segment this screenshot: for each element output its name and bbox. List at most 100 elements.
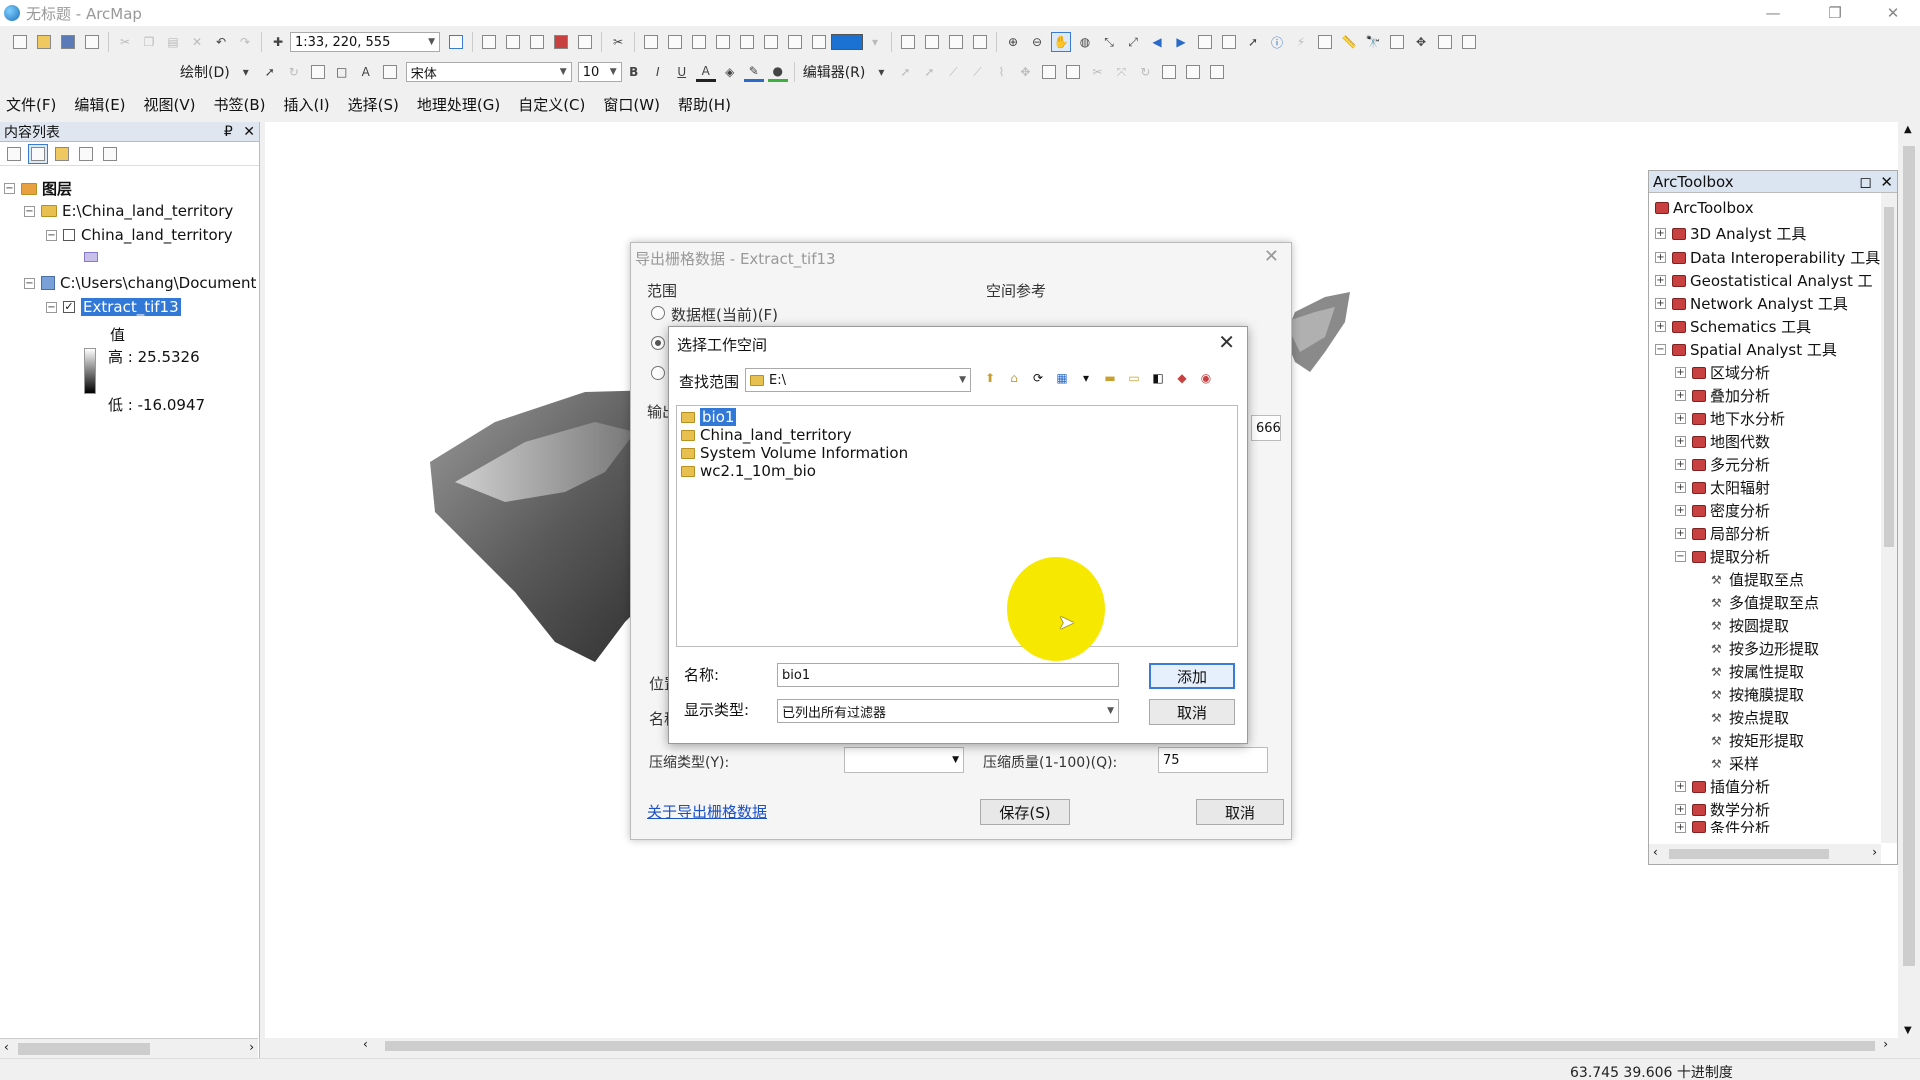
extent-radio[interactable]	[651, 306, 665, 320]
bold-button[interactable]: B	[624, 62, 644, 82]
layout-tool-icon[interactable]	[689, 32, 709, 52]
connect-to-folder-icon[interactable]: ▭	[1125, 369, 1143, 387]
expand-icon[interactable]: +	[1675, 367, 1686, 378]
up-one-level-icon[interactable]: ⬆	[981, 369, 999, 387]
text-icon[interactable]: A	[356, 62, 376, 82]
scroll-thumb[interactable]	[1669, 849, 1829, 859]
save-icon[interactable]	[58, 32, 78, 52]
expand-icon[interactable]: +	[1675, 459, 1686, 470]
layout-tool-icon[interactable]	[761, 32, 781, 52]
cut-polygons-icon[interactable]: ✂	[1087, 62, 1107, 82]
scale-combo[interactable]: 1:33, 220, 555 ▼	[290, 32, 440, 52]
toolbox-item[interactable]: +3D Analyst 工具	[1655, 223, 1806, 244]
split-icon[interactable]: ⤧	[1111, 62, 1131, 82]
identify-icon[interactable]: ⓘ	[1267, 32, 1287, 52]
toc-group-users[interactable]: − C:\Users\chang\Document	[24, 274, 256, 292]
float-icon[interactable]: ◻	[1859, 173, 1871, 191]
catalog-icon[interactable]: ◧	[1149, 369, 1167, 387]
tool-item[interactable]: ⚒ 按圆提取	[1711, 615, 1789, 636]
menu-geoprocessing[interactable]: 地理处理(G)	[417, 94, 500, 115]
select-element-arrow-icon[interactable]: ➚	[260, 62, 280, 82]
redo-icon[interactable]: ↷	[235, 32, 255, 52]
endpoint-arc-icon[interactable]: ⟋	[967, 62, 987, 82]
collapse-icon[interactable]: −	[1655, 344, 1666, 355]
expand-icon[interactable]: +	[1675, 781, 1686, 792]
arctoolbox-icon[interactable]	[551, 32, 571, 52]
scroll-up-icon[interactable]: ▲	[1904, 124, 1912, 135]
layout-tool-icon[interactable]	[898, 32, 918, 52]
toolset-item[interactable]: + 密度分析	[1675, 500, 1770, 521]
menu-bookmarks[interactable]: 书签(B)	[214, 94, 266, 115]
cut-icon[interactable]: ✂	[115, 32, 135, 52]
hyperlink-icon[interactable]: ⚡	[1291, 32, 1311, 52]
toolset-item[interactable]: + 叠加分析	[1675, 385, 1770, 406]
extent-radio[interactable]	[651, 366, 665, 380]
callout-icon[interactable]	[380, 62, 400, 82]
pan-icon[interactable]: ✋	[1051, 32, 1071, 52]
cell-size-field[interactable]: 666	[1251, 415, 1281, 441]
rotate-icon[interactable]: ↻	[284, 62, 304, 82]
python-window-icon[interactable]	[575, 32, 595, 52]
rotate-edit-icon[interactable]: ↻	[1135, 62, 1155, 82]
cancel-button[interactable]: 取消	[1196, 799, 1284, 825]
list-item[interactable]: China_land_territory	[681, 426, 852, 444]
fixed-zoom-out-icon[interactable]: ⤢	[1123, 32, 1143, 52]
expand-icon[interactable]: +	[1655, 298, 1666, 309]
list-item[interactable]: bio1	[681, 408, 737, 426]
database-icon[interactable]: ◉	[1197, 369, 1215, 387]
menu-windows[interactable]: 窗口(W)	[603, 94, 660, 115]
menu-file[interactable]: 文件(F)	[6, 94, 56, 115]
toolbox-item-spatial[interactable]: − Spatial Analyst 工具	[1655, 339, 1837, 360]
point-icon[interactable]: ✥	[1015, 62, 1035, 82]
time-slider-icon[interactable]	[1435, 32, 1455, 52]
chevron-down-icon[interactable]: ▾	[1077, 369, 1095, 387]
pin-icon[interactable]: ₽	[224, 124, 233, 140]
edit-annotation-icon[interactable]: ➚	[919, 62, 939, 82]
layer-symbol[interactable]	[84, 252, 98, 262]
expand-icon[interactable]: +	[1675, 482, 1686, 493]
expand-icon[interactable]: +	[1675, 413, 1686, 424]
expand-icon[interactable]: +	[1655, 321, 1666, 332]
scroll-thumb[interactable]	[1884, 207, 1894, 547]
toolset-item[interactable]: + 地下水分析	[1675, 408, 1785, 429]
toolset-item[interactable]: + 局部分析	[1675, 523, 1770, 544]
table-of-contents-icon[interactable]	[479, 32, 499, 52]
expand-icon[interactable]: +	[1655, 252, 1666, 263]
full-extent-icon[interactable]: ◍	[1075, 32, 1095, 52]
scroll-thumb[interactable]	[1903, 146, 1915, 966]
arrow-down-icon[interactable]: ▾	[871, 62, 891, 82]
tool-item[interactable]: ⚒ 多值提取至点	[1711, 592, 1819, 613]
extent-radio-selected[interactable]	[651, 336, 665, 350]
measure-icon[interactable]: 📏	[1339, 32, 1359, 52]
help-link[interactable]: 关于导出栅格数据	[647, 801, 767, 822]
back-extent-icon[interactable]: ◀	[1147, 32, 1167, 52]
draw-menu[interactable]: 绘制(D)	[176, 62, 234, 82]
menu-selection[interactable]: 选择(S)	[348, 94, 399, 115]
zoom-whole-page-icon[interactable]	[308, 62, 328, 82]
reshape-icon[interactable]	[1063, 62, 1083, 82]
new-document-icon[interactable]	[10, 32, 30, 52]
menu-view[interactable]: 视图(V)	[144, 94, 196, 115]
compression-quality-field[interactable]: 75	[1158, 747, 1268, 773]
attributes-icon[interactable]	[1159, 62, 1179, 82]
editor-menu[interactable]: 编辑器(R)	[799, 62, 870, 82]
search-window-icon[interactable]	[527, 32, 547, 52]
open-icon[interactable]	[34, 32, 54, 52]
collapse-icon[interactable]: −	[46, 301, 57, 313]
toolbox-item[interactable]: + Schematics 工具	[1655, 316, 1811, 337]
layout-tool-icon[interactable]	[809, 32, 829, 52]
collapse-icon[interactable]: −	[46, 229, 57, 241]
marker-color-icon[interactable]: ●	[767, 62, 788, 82]
tool-item[interactable]: ⚒ 按属性提取	[1711, 661, 1804, 682]
map-horizontal-scrollbar[interactable]: ‹ ›	[265, 1037, 1898, 1054]
collapse-icon[interactable]: −	[24, 277, 35, 289]
toolset-item-extract[interactable]: − 提取分析	[1675, 546, 1770, 567]
list-by-visibility-icon[interactable]	[52, 144, 72, 164]
font-size-combo[interactable]: 10 ▼	[577, 62, 622, 82]
model-builder-icon[interactable]: ✂	[608, 32, 628, 52]
toolset-item[interactable]: + 条件分析	[1675, 821, 1770, 833]
scroll-left-icon[interactable]: ‹	[363, 1037, 368, 1051]
layout-tool-icon[interactable]	[641, 32, 661, 52]
toc-horizontal-scrollbar[interactable]: ‹ ›	[0, 1038, 258, 1058]
tool-item[interactable]: ⚒ 按掩膜提取	[1711, 684, 1804, 705]
